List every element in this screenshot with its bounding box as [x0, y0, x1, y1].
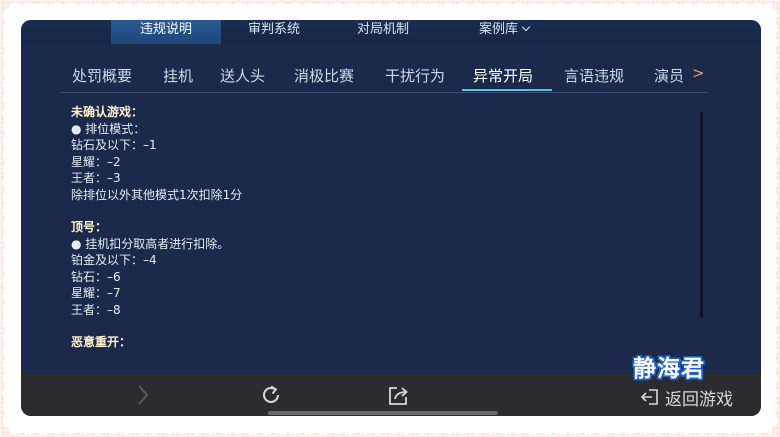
- section-heading: 顶号：: [71, 220, 108, 234]
- nav-tab-case-library[interactable]: 案例库: [457, 20, 551, 44]
- refresh-icon: [263, 385, 279, 403]
- section-unconfirmed-game: 未确认游戏： ● 排位模式： 钻石及以下：–1 星耀：–2 王者：–3 除排位以…: [71, 104, 691, 203]
- rule-line: 钻石及以下：–1: [71, 138, 157, 152]
- rule-line: 王者：–3: [71, 171, 121, 185]
- more-tabs-arrow-icon[interactable]: >: [692, 64, 705, 82]
- frame-scallop-top: [8, 2, 772, 16]
- section-heading: 恶意重开：: [71, 335, 132, 349]
- chevron-right-icon: [138, 385, 149, 405]
- tab-abnormal-start[interactable]: 异常开局: [473, 65, 533, 86]
- rule-line: 星耀：–2: [71, 154, 121, 169]
- nav-tab-label: 违规说明: [139, 22, 192, 37]
- rule-line: 星耀：–7: [71, 286, 121, 300]
- nav-tab-label: 对局机制: [356, 22, 409, 37]
- refresh-button[interactable]: [259, 383, 283, 411]
- share-button[interactable]: [387, 383, 411, 411]
- rule-line: 铂金及以下：–4: [71, 253, 157, 267]
- active-tab-underline: [462, 89, 552, 91]
- watermark-logo: 静海君: [633, 355, 705, 382]
- tab-afk[interactable]: 挂机: [163, 65, 193, 86]
- rules-content: 未确认游戏： ● 排位模式： 钻石及以下：–1 星耀：–2 王者：–3 除排位以…: [71, 104, 691, 351]
- nav-tab-label: 案例库: [478, 22, 518, 37]
- tab-penalty-overview[interactable]: 处罚概要: [72, 65, 132, 86]
- category-tabs: 处罚概要 挂机 送人头 消极比赛 干扰行为 异常开局 言语违规 演员: [60, 58, 708, 93]
- chevron-down-icon: [521, 22, 531, 32]
- section-heading: 未确认游戏：: [71, 105, 144, 119]
- frame-scallop-left: [2, 8, 16, 429]
- frame-scallop-right: [764, 8, 778, 429]
- rule-line: 除排位以外其他模式1次扣除1分: [71, 187, 243, 202]
- tab-acting[interactable]: 演员: [654, 65, 684, 86]
- nav-tab-label: 审判系统: [247, 22, 300, 37]
- nav-tab-judgment-system[interactable]: 审判系统: [227, 20, 321, 44]
- share-icon: [389, 387, 408, 405]
- tab-feeding[interactable]: 送人头: [220, 65, 265, 86]
- rule-line: ● 排位模式：: [71, 121, 146, 136]
- tab-disruptive-behavior[interactable]: 干扰行为: [385, 65, 445, 86]
- home-indicator[interactable]: [268, 411, 498, 415]
- exit-icon: [640, 389, 658, 405]
- nav-tab-match-mechanism[interactable]: 对局机制: [336, 20, 430, 44]
- frame-scallop-bottom: [8, 421, 772, 435]
- return-to-game-label: 返回游戏: [665, 389, 733, 410]
- tab-passive-play[interactable]: 消极比赛: [294, 65, 354, 86]
- rule-line: ● 挂机扣分取高者进行扣除。: [71, 236, 230, 251]
- nav-tab-violation-rules[interactable]: 违规说明: [111, 20, 221, 44]
- top-nav: 违规说明 审判系统 对局机制 案例库: [21, 20, 761, 44]
- rule-line: 钻石：–6: [71, 269, 121, 284]
- return-to-game-button[interactable]: 返回游戏: [640, 385, 733, 410]
- rule-line: 王者：–8: [71, 302, 121, 317]
- forward-button[interactable]: [133, 383, 153, 411]
- tab-verbal-abuse[interactable]: 言语违规: [564, 65, 624, 86]
- section-account-takeover: 顶号： ● 挂机扣分取高者进行扣除。 铂金及以下：–4 钻石：–6 星耀：–7 …: [71, 219, 691, 318]
- content-scrollbar[interactable]: [700, 112, 703, 318]
- section-malicious-restart: 恶意重开：: [71, 334, 691, 351]
